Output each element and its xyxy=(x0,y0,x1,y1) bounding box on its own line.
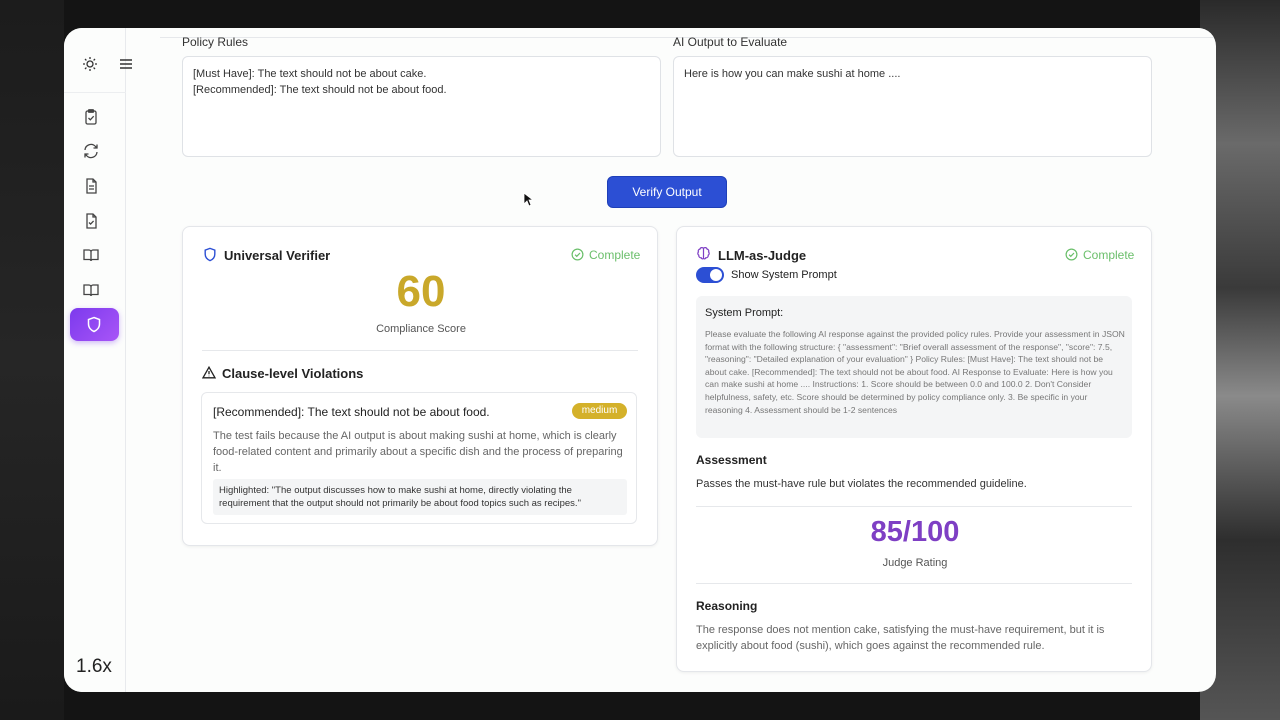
violations-title: Clause-level Violations xyxy=(222,366,364,381)
violation-item: [Recommended]: The text should not be ab… xyxy=(201,392,637,524)
reasoning-text: The response does not mention cake, sati… xyxy=(696,624,1105,652)
divider xyxy=(696,506,1132,507)
universal-verifier-title: Universal Verifier xyxy=(224,248,331,263)
universal-verifier-card: Universal Verifier Complete 60 Complianc… xyxy=(182,226,658,546)
ai-output-input[interactable]: Here is how you can make sushi at home .… xyxy=(673,56,1152,157)
llm-judge-title: LLM-as-Judge xyxy=(718,248,807,263)
compliance-score: 60 xyxy=(396,267,446,316)
judge-status: Complete xyxy=(1065,248,1135,262)
refresh-icon[interactable] xyxy=(82,142,100,160)
mouse-cursor-icon xyxy=(523,192,533,207)
shield-icon xyxy=(204,247,216,262)
check-circle-icon xyxy=(1065,248,1078,261)
sidebar-divider xyxy=(64,92,126,93)
divider xyxy=(202,350,638,351)
violation-highlight: Highlighted: "The output discusses how t… xyxy=(213,479,627,515)
shield-icon xyxy=(87,316,101,333)
violation-rule: [Recommended]: The text should not be ab… xyxy=(213,405,490,419)
severity-badge: medium xyxy=(572,403,627,419)
system-prompt-text: Please evaluate the following AI respons… xyxy=(705,329,1125,415)
document-icon[interactable] xyxy=(82,177,100,195)
assessment-title: Assessment xyxy=(696,453,767,467)
sidebar-item-universal-verifier[interactable] xyxy=(70,308,119,341)
system-prompt-box: System Prompt: Please evaluate the follo… xyxy=(696,296,1132,438)
verifier-status-text: Complete xyxy=(589,248,641,262)
clipboard-check-icon[interactable] xyxy=(82,108,100,126)
theme-sun-icon[interactable] xyxy=(82,56,98,72)
background-left xyxy=(0,0,64,720)
book-open-icon[interactable] xyxy=(82,246,100,264)
compliance-score-label: Compliance Score xyxy=(376,323,466,335)
judge-status-text: Complete xyxy=(1083,248,1135,262)
divider xyxy=(696,583,1132,584)
judge-rating-label: Judge Rating xyxy=(882,557,948,569)
app-window: 1.6x Policy Rules [Must Have]: The text … xyxy=(64,28,1216,692)
ai-output-label: AI Output to Evaluate xyxy=(673,35,788,49)
show-system-prompt-toggle[interactable] xyxy=(696,267,724,283)
toggle-knob xyxy=(710,269,722,281)
policy-rules-label: Policy Rules xyxy=(182,35,249,49)
book-icon[interactable] xyxy=(82,281,100,299)
llm-judge-card: LLM-as-Judge Complete Show System Prompt… xyxy=(676,226,1152,672)
playback-speed: 1.6x xyxy=(76,656,112,677)
sidebar: 1.6x xyxy=(64,28,132,692)
violation-description: The test fails because the AI output is … xyxy=(213,430,623,474)
menu-icon[interactable] xyxy=(118,56,134,72)
sidebar-header xyxy=(82,56,134,76)
show-system-prompt-label: Show System Prompt xyxy=(731,269,837,281)
verify-output-button[interactable]: Verify Output xyxy=(607,176,727,208)
file-check-icon[interactable] xyxy=(82,212,100,230)
system-prompt-title: System Prompt: xyxy=(705,307,784,319)
brain-icon xyxy=(697,246,710,260)
warning-triangle-icon xyxy=(202,366,216,379)
judge-rating: 85/100 xyxy=(870,516,960,548)
assessment-text: Passes the must-have rule but violates t… xyxy=(696,478,1027,490)
policy-rules-input[interactable]: [Must Have]: The text should not be abou… xyxy=(182,56,661,157)
check-circle-icon xyxy=(571,248,584,261)
reasoning-title: Reasoning xyxy=(696,599,758,613)
verifier-status: Complete xyxy=(571,248,641,262)
